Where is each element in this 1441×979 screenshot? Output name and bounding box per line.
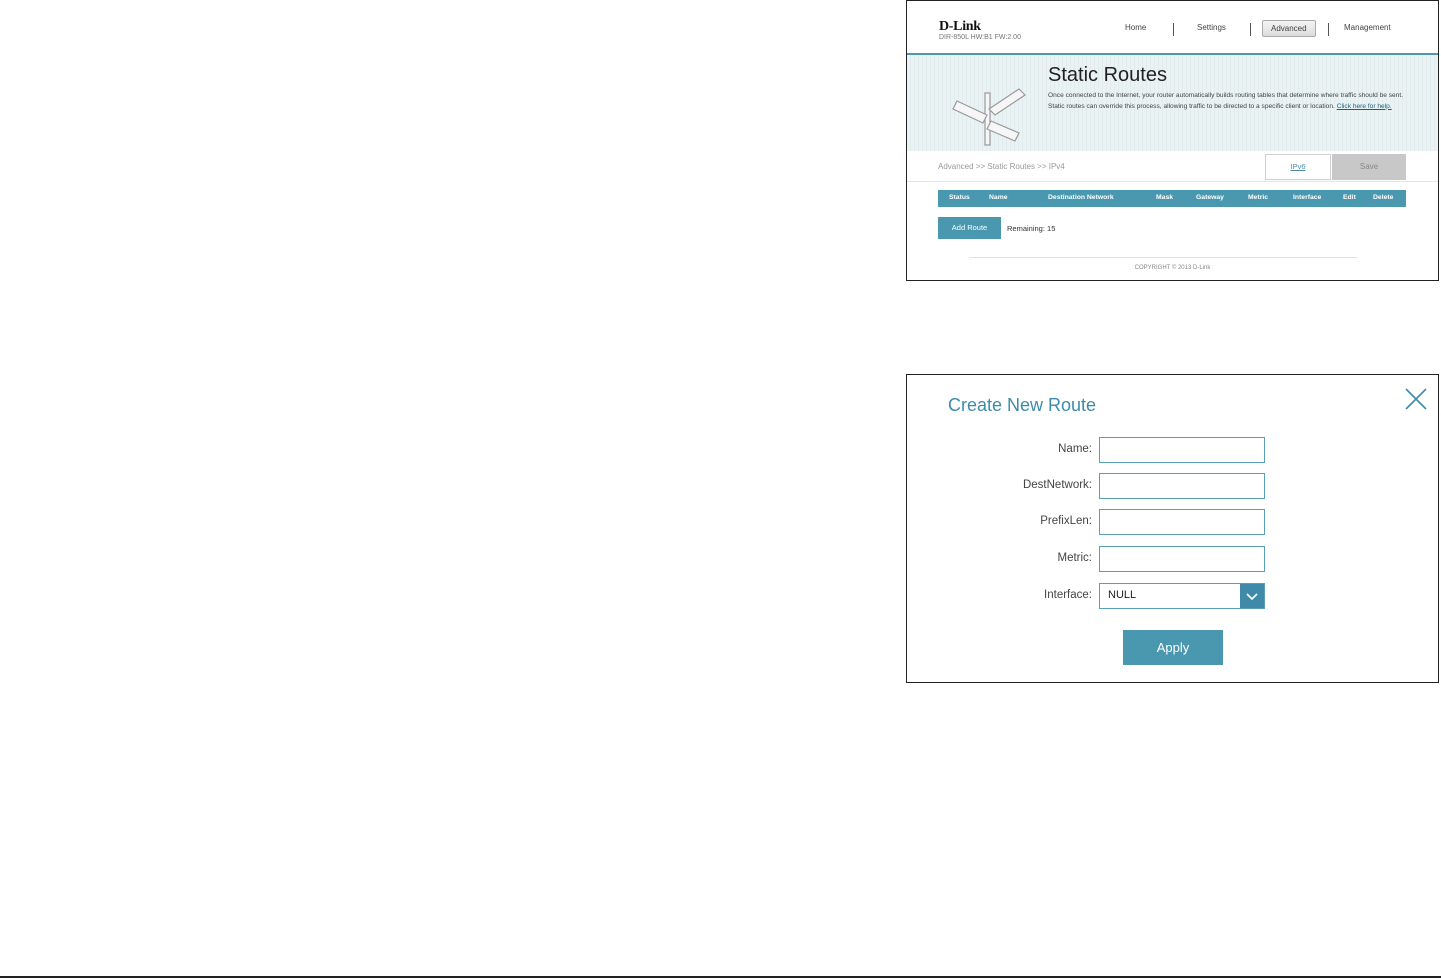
signpost-icon (952, 88, 1026, 146)
remaining-count: Remaining: 15 (1007, 224, 1056, 233)
dialog-title: Create New Route (948, 395, 1097, 415)
metric-label: Metric: (1057, 552, 1093, 564)
nav-separator (1173, 23, 1174, 36)
ipv6-button[interactable]: IPv6 (1265, 154, 1331, 180)
nav-management[interactable]: Management (1344, 23, 1391, 32)
nav-settings[interactable]: Settings (1197, 23, 1226, 32)
col-status: Status (949, 194, 970, 201)
router-screenshot: D-Link DIR-850L HW:B1 FW:2.00 Home Setti… (906, 0, 1439, 281)
apply-button[interactable]: Apply (1123, 630, 1223, 665)
destnetwork-input[interactable] (1099, 473, 1265, 499)
nav-separator (1250, 23, 1251, 36)
breadcrumb: Advanced >> Static Routes >> IPv4 (938, 162, 1065, 171)
col-mask: Mask (1156, 194, 1174, 201)
chevron-down-icon (1246, 593, 1258, 601)
create-route-dialog: Create New Route Name: DestNetwork: Pref… (906, 374, 1439, 683)
nav-advanced[interactable]: Advanced (1262, 20, 1316, 37)
copyright: COPYRIGHT © 2013 D-Link (1134, 265, 1211, 271)
page-bottom-rule (0, 976, 1441, 978)
col-metric: Metric (1248, 194, 1269, 201)
help-link[interactable]: Click here for help. (1337, 103, 1392, 110)
footer-divider (969, 257, 1357, 258)
add-route-button[interactable]: Add Route (938, 217, 1001, 239)
interface-label: Interface: (1044, 589, 1092, 601)
routes-table-header: Status Name Destination Network Mask Gat… (938, 190, 1406, 207)
name-label: Name: (1058, 443, 1092, 455)
interface-select[interactable]: NULL (1099, 583, 1265, 609)
col-edit: Edit (1343, 194, 1356, 201)
prefixlen-input[interactable] (1099, 509, 1265, 535)
col-delete: Delete (1373, 194, 1394, 201)
model-info: DIR-850L HW:B1 FW:2.00 (939, 34, 1021, 41)
divider (907, 181, 1438, 182)
page-title: Static Routes (1048, 64, 1167, 86)
page-banner: Static Routes Once connected to the Inte… (907, 55, 1438, 151)
col-name: Name (989, 194, 1008, 201)
close-icon[interactable] (1404, 387, 1428, 411)
prefixlen-label: PrefixLen: (1040, 515, 1092, 527)
name-input[interactable] (1099, 437, 1265, 463)
page-description: Once connected to the Internet, your rou… (1048, 91, 1418, 112)
save-button[interactable]: Save (1332, 154, 1406, 180)
col-gateway: Gateway (1196, 194, 1224, 201)
nav-home[interactable]: Home (1125, 23, 1146, 32)
col-destination-network: Destination Network (1048, 194, 1114, 201)
dlink-logo: D-Link (939, 19, 981, 34)
metric-input[interactable] (1099, 546, 1265, 572)
interface-selected-value: NULL (1108, 589, 1137, 601)
router-header: D-Link DIR-850L HW:B1 FW:2.00 Home Setti… (907, 1, 1438, 55)
interface-dropdown-button[interactable] (1240, 584, 1264, 608)
col-interface: Interface (1293, 194, 1322, 201)
nav-separator (1328, 23, 1329, 36)
destnetwork-label: DestNetwork: (1022, 479, 1092, 491)
